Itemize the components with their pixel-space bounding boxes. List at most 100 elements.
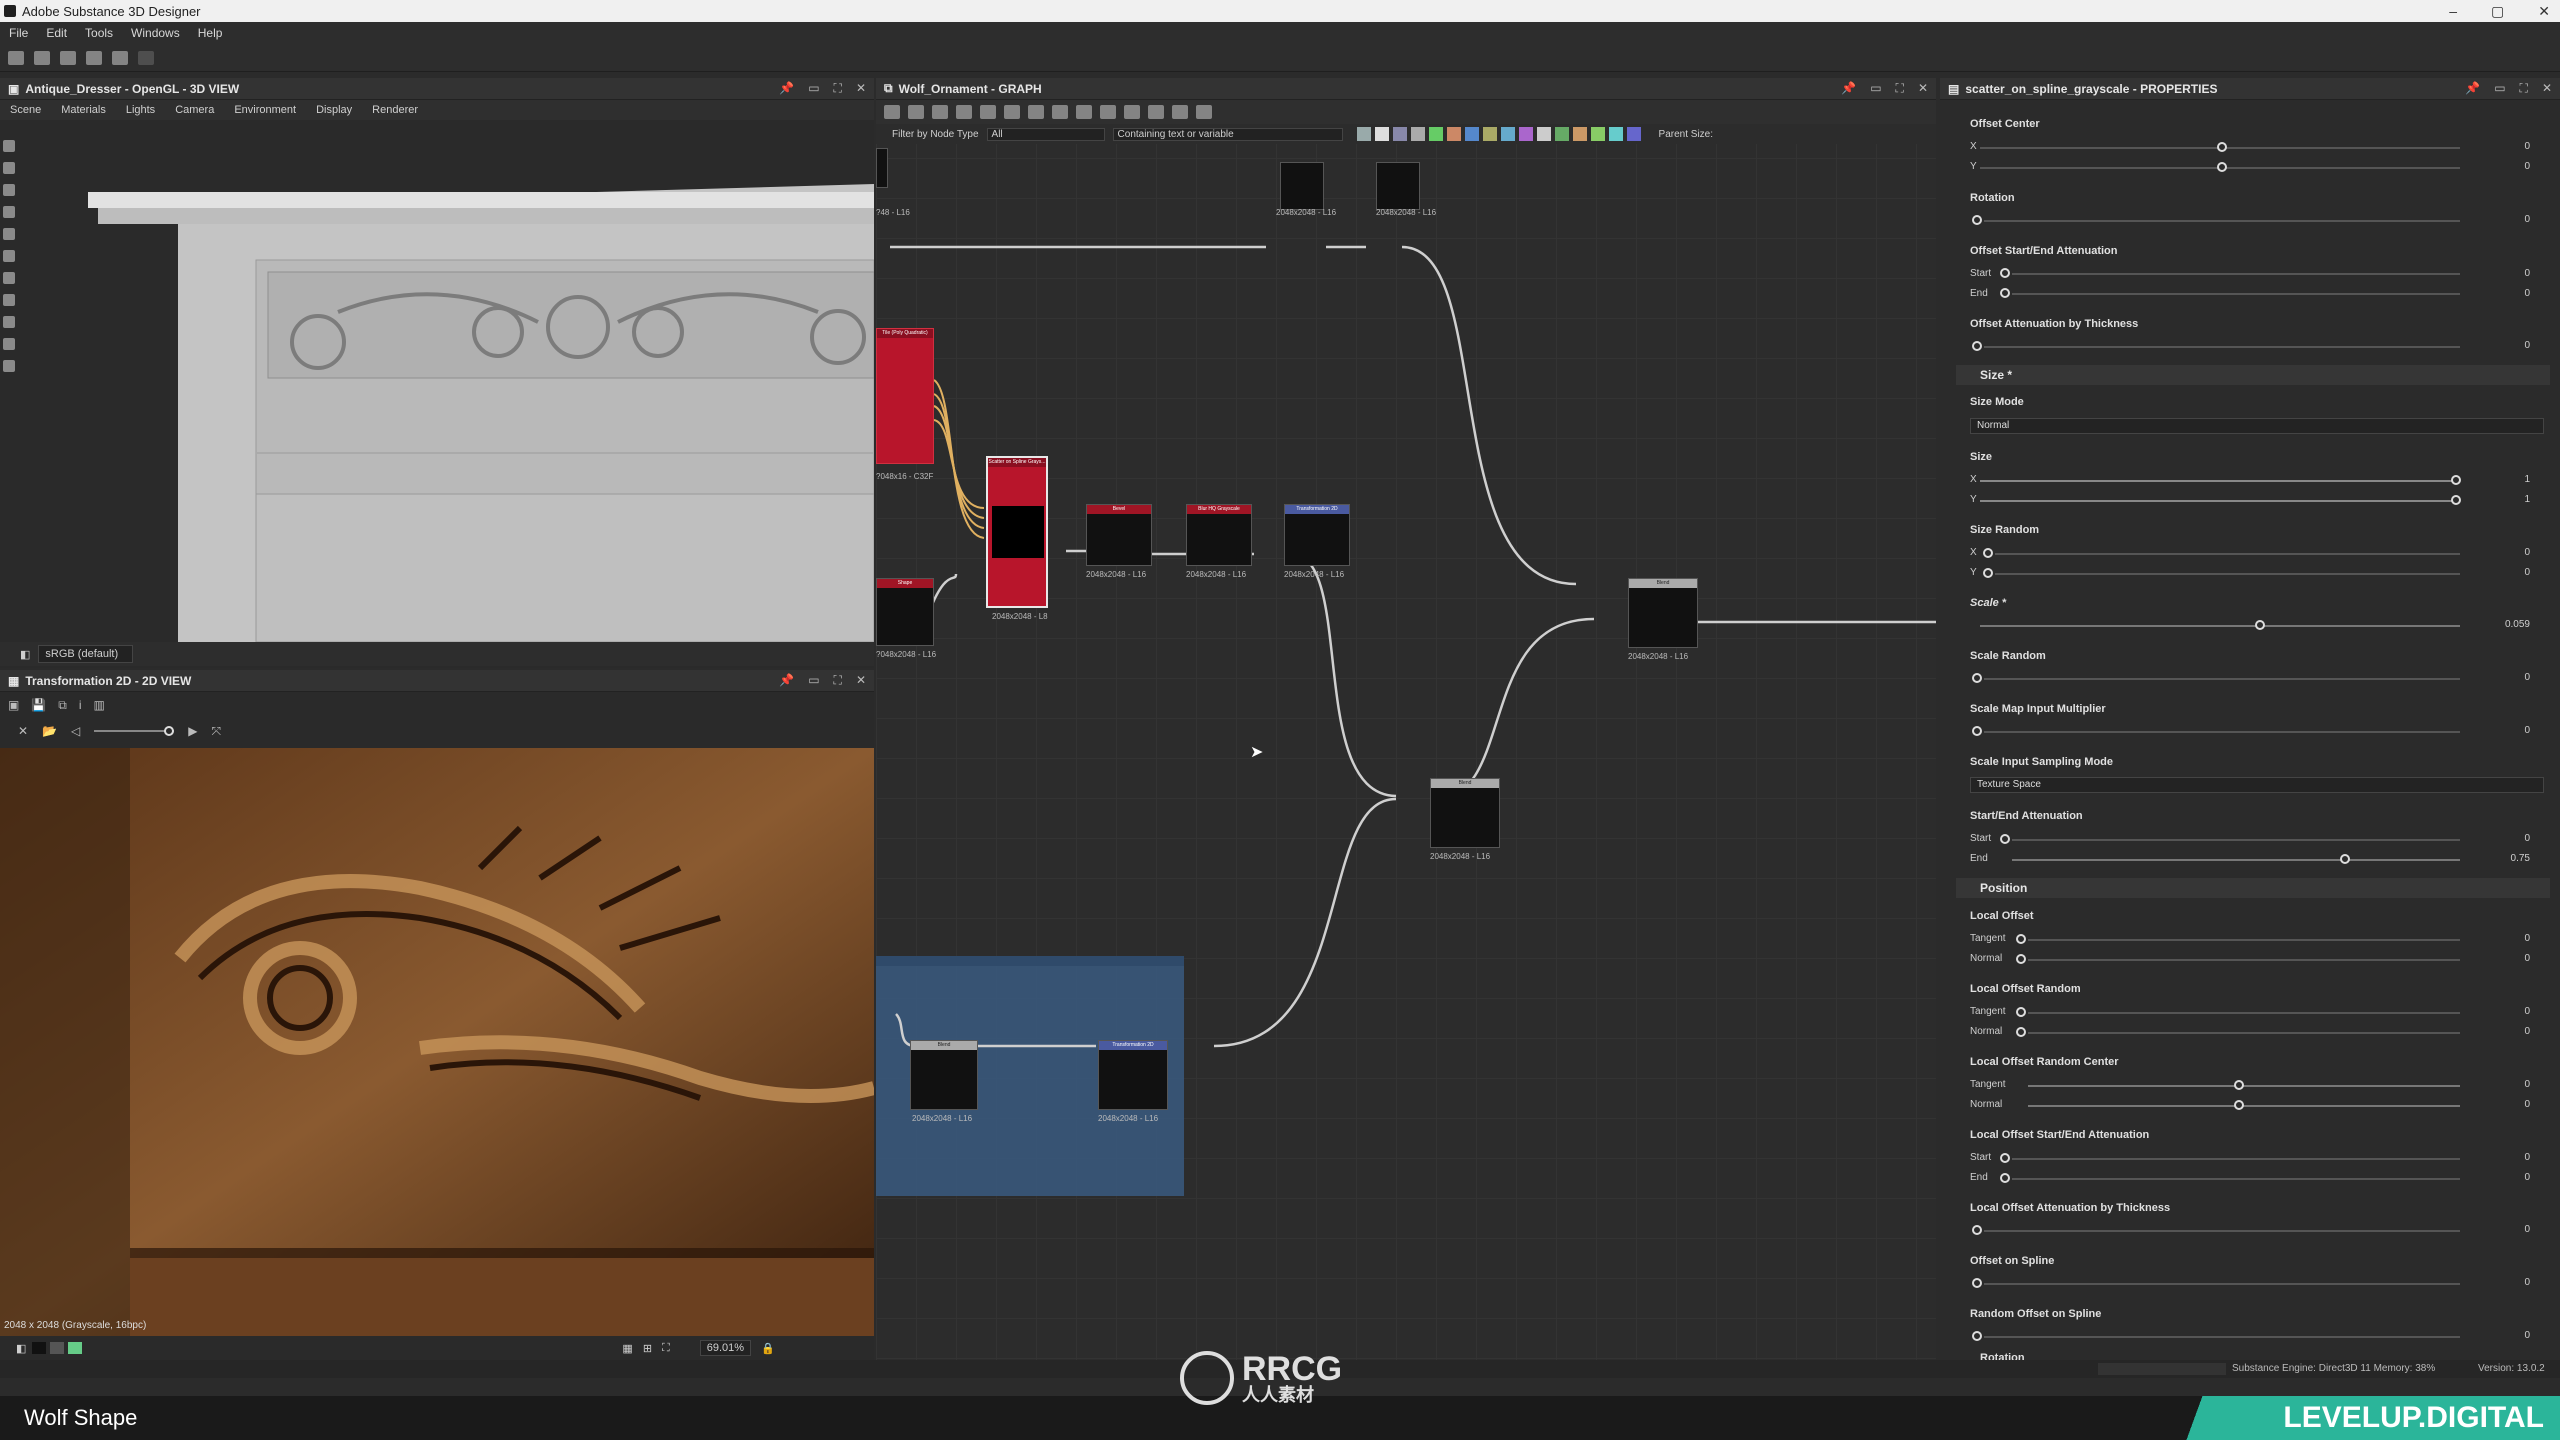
lose-end-slider[interactable] [2012, 1178, 2460, 1180]
lorc-normal-slider[interactable] [2028, 1105, 2460, 1107]
prev-icon[interactable]: ◁ [71, 724, 80, 738]
redo-icon[interactable] [138, 50, 154, 65]
light-icon[interactable] [3, 162, 15, 174]
zoom-fit-icon[interactable]: ⛶ [662, 1342, 670, 1355]
se-end-value[interactable]: 0.75 [2470, 853, 2530, 864]
search-icon[interactable] [980, 105, 996, 119]
tab-scene[interactable]: Scene [0, 104, 51, 116]
bg-checker-swatch[interactable] [68, 1342, 83, 1354]
pin-icon[interactable]: 📌 [779, 673, 794, 688]
next-icon[interactable]: ▶ [188, 724, 197, 738]
share-icon[interactable] [8, 50, 24, 65]
distribute-icon[interactable] [1028, 105, 1044, 119]
screenshot-icon[interactable] [3, 206, 15, 218]
grid-snap-icon[interactable] [1052, 105, 1068, 119]
color-icon[interactable] [1626, 127, 1641, 141]
offset-center-x-value[interactable]: 0 [2470, 141, 2530, 152]
lorc-tangent-knob[interactable] [2234, 1080, 2244, 1090]
node-top1[interactable] [1280, 162, 1324, 210]
histogram-icon[interactable] [3, 360, 15, 372]
node-blur-hq[interactable]: Blur HQ Grayscale [1186, 504, 1252, 566]
scale-map-mult-value[interactable]: 0 [2470, 725, 2530, 736]
lor-tangent-value[interactable]: 0 [2470, 1006, 2530, 1017]
loat-knob[interactable] [1972, 1225, 1982, 1235]
filter-node-type-select[interactable]: All [986, 127, 1105, 141]
tab-environment[interactable]: Environment [224, 104, 306, 116]
pin-icon[interactable]: 📌 [1841, 81, 1856, 96]
menu-file[interactable]: File [0, 26, 37, 40]
node-transformation-2d-b[interactable]: Transformation 2D [1098, 1040, 1168, 1110]
filter-text-input[interactable]: Containing text or variable [1112, 127, 1343, 141]
refresh-icon[interactable] [1124, 105, 1140, 119]
wire-icon[interactable] [3, 294, 15, 306]
new-graph-icon[interactable] [34, 50, 50, 65]
lorc-normal-knob[interactable] [2234, 1100, 2244, 1110]
noise-icon[interactable] [1554, 127, 1569, 141]
se-start-value[interactable]: 0 [2470, 833, 2530, 844]
axis-icon[interactable] [3, 250, 15, 262]
lor-normal-value[interactable]: 0 [2470, 1026, 2530, 1037]
offset-on-spline-slider[interactable] [1984, 1283, 2460, 1285]
save-image-icon[interactable]: 💾 [31, 698, 46, 712]
close-icon[interactable]: ✕ [18, 724, 28, 738]
zoom-field[interactable]: 69.01% [699, 1340, 752, 1356]
mask-icon[interactable] [1608, 127, 1623, 141]
close-icon[interactable]: ✕ [2538, 3, 2550, 20]
lo-tangent-knob[interactable] [2016, 934, 2026, 944]
fx-map-icon[interactable] [1500, 127, 1515, 141]
scale-value[interactable]: 0.059 [2470, 619, 2530, 630]
filter-icon[interactable] [1590, 127, 1605, 141]
histogram-icon[interactable]: ▥ [94, 698, 105, 712]
mesh-icon[interactable] [3, 272, 15, 284]
offset-att-thick-knob[interactable] [1972, 341, 1982, 351]
rotation-knob[interactable] [1972, 215, 1982, 225]
close-panel-icon[interactable]: ✕ [856, 81, 866, 96]
folder-icon[interactable]: 📂 [42, 724, 57, 738]
lor-tangent-slider[interactable] [2028, 1012, 2460, 1014]
node-top-partial[interactable] [876, 148, 888, 188]
size-random-y-slider[interactable] [1995, 573, 2460, 575]
offset-center-x-knob[interactable] [2217, 142, 2227, 152]
time-slider[interactable] [94, 726, 175, 736]
pattern-icon[interactable] [1572, 127, 1587, 141]
scale-slider[interactable] [1980, 625, 2460, 627]
offset-att-thick-slider[interactable] [1984, 346, 2460, 348]
maximize-panel-icon[interactable]: ⛶ [1896, 81, 1904, 96]
node-blend-1[interactable]: Blend [1628, 578, 1698, 648]
offset-center-y-knob[interactable] [2217, 162, 2227, 172]
lock-icon[interactable]: 🔒 [761, 1342, 775, 1355]
node-scatter-on-spline[interactable]: Scatter on Spline Grays... [986, 456, 1048, 608]
node-shape[interactable]: Shape [876, 578, 934, 646]
tab-camera[interactable]: Camera [165, 104, 224, 116]
menu-help[interactable]: Help [189, 26, 232, 40]
node-tile-poly[interactable]: Tile (Poly Quadratic) [876, 328, 934, 464]
layout-icon[interactable] [1076, 105, 1092, 119]
bg-black-swatch[interactable] [32, 1342, 47, 1354]
layers-icon[interactable] [3, 316, 15, 328]
transform-icon[interactable] [1464, 127, 1479, 141]
loop-icon[interactable]: ⤧ [211, 724, 221, 739]
scale-random-knob[interactable] [1972, 673, 1982, 683]
section-position[interactable]: Position [1956, 878, 2550, 898]
offset-att-thick-value[interactable]: 0 [2470, 340, 2530, 351]
section-rotation-partial[interactable]: Rotation [1980, 1352, 2025, 1360]
camera-icon[interactable] [3, 140, 15, 152]
size-random-x-slider[interactable] [1995, 553, 2460, 555]
float-icon[interactable]: ▭ [808, 81, 819, 96]
loat-slider[interactable] [1984, 1230, 2460, 1232]
lose-start-knob[interactable] [2000, 1153, 2010, 1163]
node-bevel[interactable]: Bevel [1086, 504, 1152, 566]
spline-icon[interactable] [3, 338, 15, 350]
tab-renderer[interactable]: Renderer [362, 104, 428, 116]
offset-start-value[interactable]: 0 [2470, 268, 2530, 279]
blend-icon[interactable] [1392, 127, 1407, 141]
save-icon[interactable] [86, 50, 102, 65]
lorc-tangent-slider[interactable] [2028, 1085, 2460, 1087]
pin-node-icon[interactable] [1172, 105, 1188, 119]
size-x-knob[interactable] [2451, 475, 2461, 485]
colorspace-select[interactable]: sRGB (default) [38, 645, 134, 663]
close-panel-icon[interactable]: ✕ [2542, 81, 2552, 96]
pin-icon[interactable]: 📌 [2465, 81, 2480, 96]
size-y-slider[interactable] [1980, 500, 2460, 502]
scale-map-mult-slider[interactable] [1984, 731, 2460, 733]
